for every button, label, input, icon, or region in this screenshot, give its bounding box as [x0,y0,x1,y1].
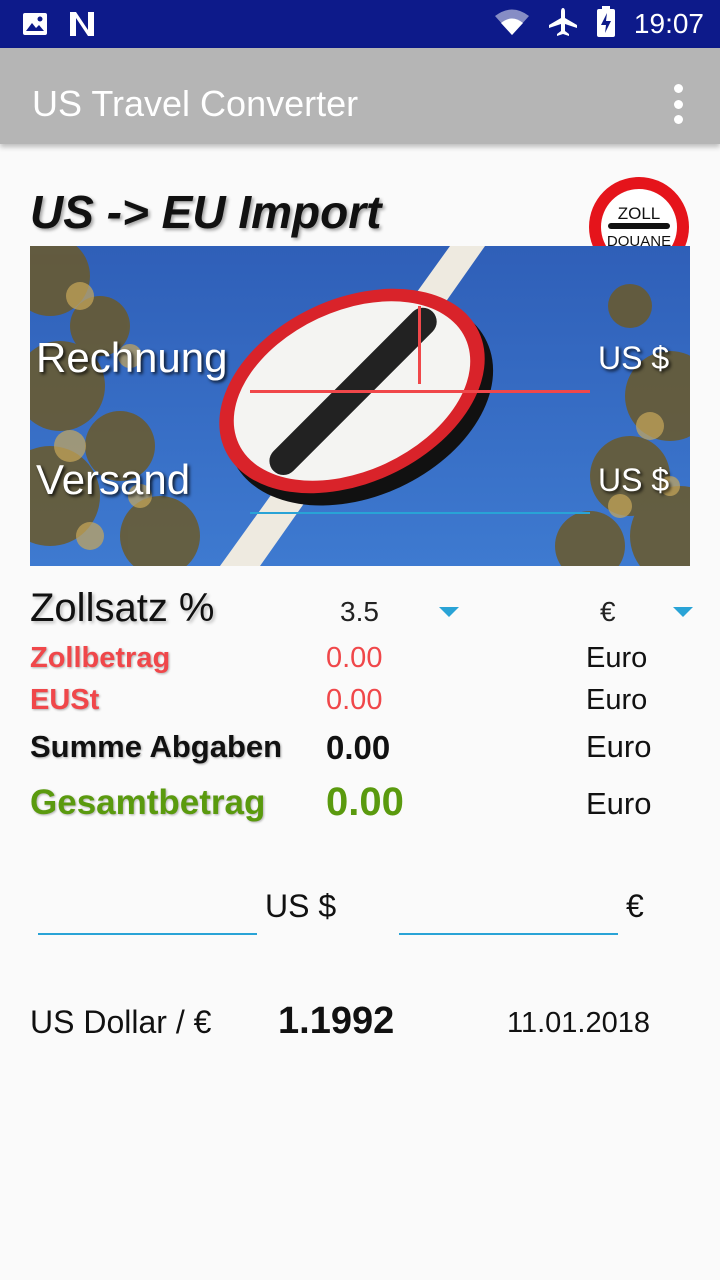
battery-charging-icon [596,5,616,43]
shipping-label: Versand [36,456,191,503]
grand-total-unit: Euro [586,786,652,821]
duty-rate-spinner[interactable]: 3.5 [330,590,470,634]
grand-total-value: 0.00 [326,780,404,824]
exchange-rate-value: 1.1992 [278,1000,395,1042]
customs-barrier-photo [30,246,690,566]
grand-total-label: Gesamtbetrag [30,783,266,822]
total-fees-label: Summe Abgaben [30,729,283,764]
page-title: US -> EU Import [30,186,382,238]
badge-line1: ZOLL [618,204,661,223]
exchange-rate-label: US Dollar / € [30,1004,212,1040]
invoice-input-underline [250,390,590,393]
app-bar: US Travel Converter [0,48,720,144]
invoice-label: Rechnung [36,334,228,381]
duty-rate-label: Zollsatz % [30,586,215,630]
currency-spinner[interactable]: € [590,590,700,634]
chevron-down-icon [439,607,459,617]
import-vat-value: 0.00 [326,684,383,716]
import-vat-label: EUSt [30,684,100,716]
usd-input-underline [38,933,257,935]
eur-label: € [626,888,644,924]
duty-amount-unit: Euro [586,642,648,674]
image-notification-icon [22,11,48,42]
chevron-down-icon [673,607,693,617]
import-vat-unit: Euro [586,684,648,716]
overflow-menu-icon[interactable] [672,84,684,124]
status-bar: 19:07 [0,0,720,48]
duty-amount-value: 0.00 [326,642,383,674]
currency-value: € [600,596,616,627]
n-notification-icon [68,10,96,43]
usd-label: US $ [265,888,337,924]
duty-rate-value: 3.5 [340,596,379,627]
shipping-input-underline [250,512,590,514]
total-fees-value: 0.00 [326,729,391,766]
text-cursor [418,306,421,384]
duty-amount-label: Zollbetrag [30,642,171,674]
airplane-mode-icon [548,7,578,42]
eur-input[interactable] [399,880,618,936]
exchange-rate-date: 11.01.2018 [507,1007,650,1039]
shipping-currency: US $ [598,462,670,498]
invoice-input[interactable] [250,306,590,396]
customs-photo-panel: Rechnung US $ Versand US $ [30,246,690,566]
usd-input[interactable] [38,880,257,936]
shipping-input[interactable] [250,446,590,516]
status-time: 19:07 [633,8,704,39]
eur-input-underline [399,933,618,935]
wifi-icon [494,8,530,41]
app-title: US Travel Converter [32,83,359,124]
total-fees-unit: Euro [586,729,652,764]
invoice-currency: US $ [598,340,670,376]
